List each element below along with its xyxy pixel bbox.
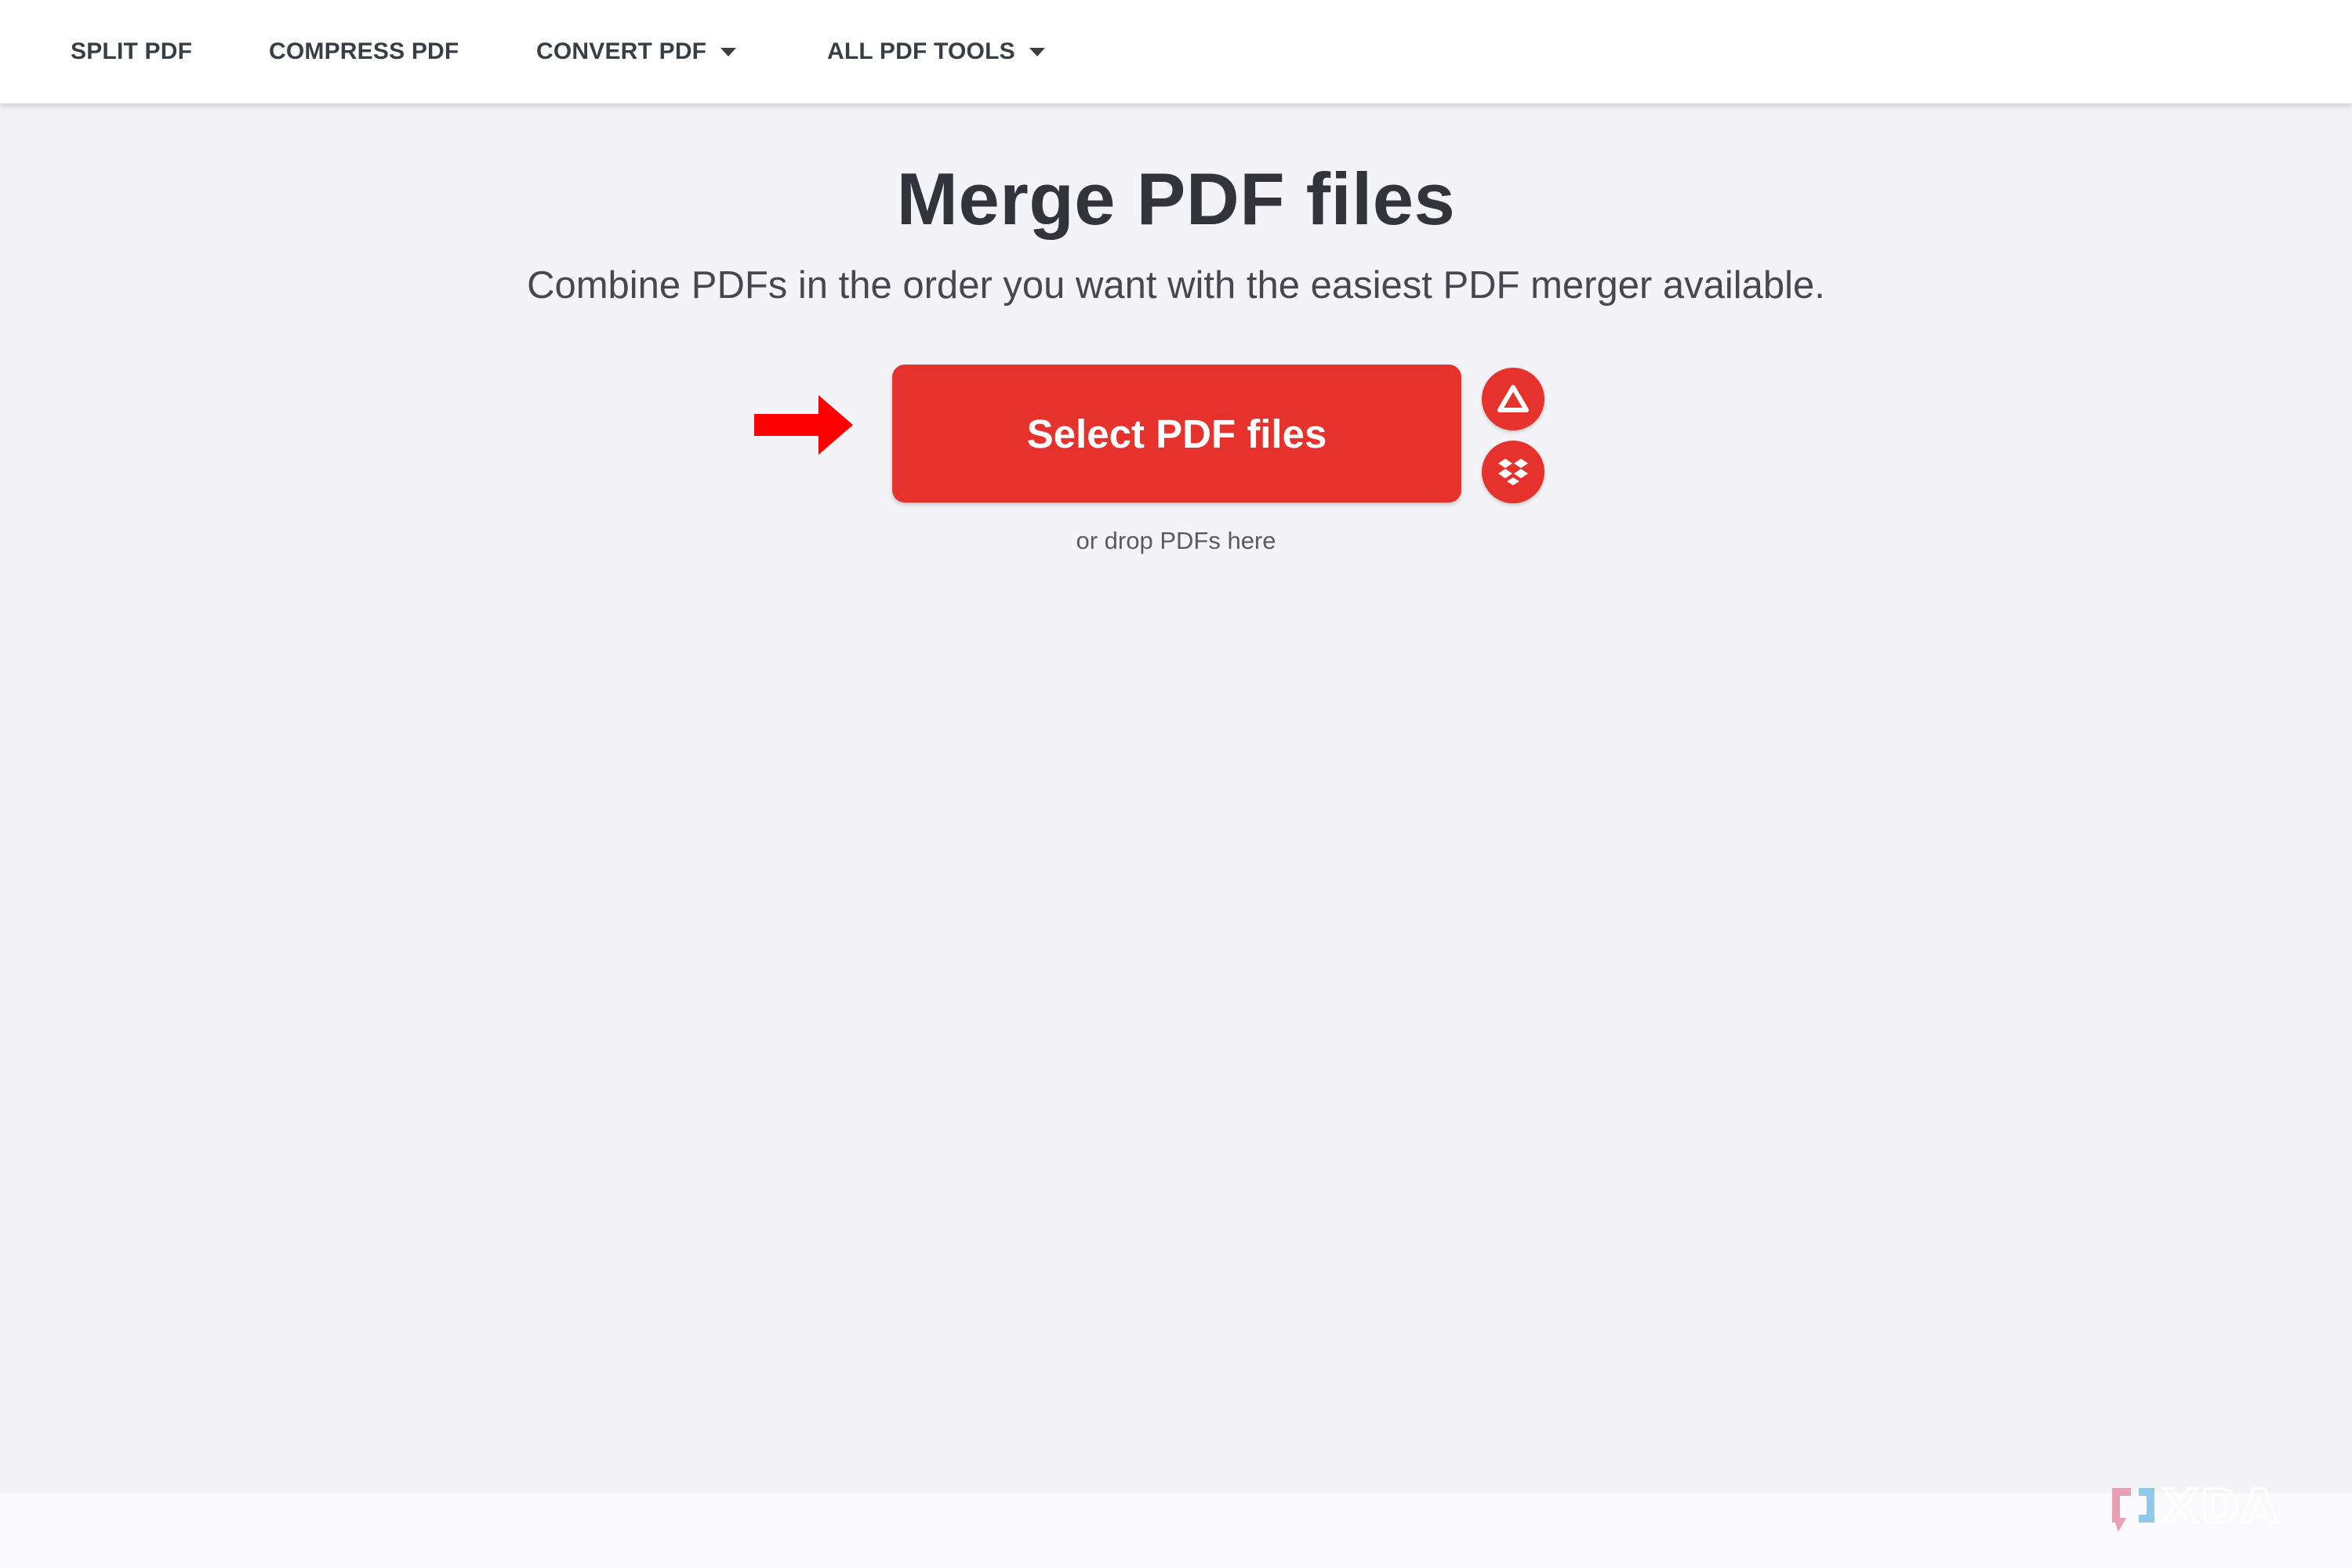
top-navbar: SPLIT PDF COMPRESS PDF CONVERT PDF ALL P… (0, 0, 2352, 103)
google-drive-button[interactable] (1482, 368, 1544, 430)
main-content (0, 103, 2352, 1493)
nav-compress-pdf-label: COMPRESS PDF (269, 38, 459, 64)
drop-hint: or drop PDFs here (1076, 527, 1276, 554)
nav-split-pdf[interactable]: SPLIT PDF (71, 0, 192, 103)
google-drive-icon (1497, 385, 1529, 412)
nav-split-pdf-label: SPLIT PDF (71, 38, 193, 64)
nav-compress-pdf[interactable]: COMPRESS PDF (269, 0, 459, 103)
select-pdf-files-label: Select PDF files (1026, 411, 1327, 456)
page-title: Merge PDF files (896, 158, 1456, 240)
page-subtitle: Combine PDFs in the order you want with … (527, 264, 1825, 307)
red-arrow-icon (754, 395, 853, 455)
nav-all-pdf-tools[interactable]: ALL PDF TOOLS (827, 0, 1045, 103)
nav-convert-pdf-label: CONVERT PDF (536, 38, 707, 64)
nav-all-pdf-tools-label: ALL PDF TOOLS (827, 38, 1015, 64)
nav-convert-pdf[interactable]: CONVERT PDF (536, 0, 737, 103)
caret-down-icon (720, 47, 737, 56)
select-pdf-files-button[interactable]: Select PDF files (892, 365, 1461, 503)
xda-logo: XDA (2112, 1479, 2279, 1536)
dropbox-button[interactable] (1482, 441, 1544, 503)
caret-down-icon (1029, 47, 1045, 56)
footer-strip (0, 1493, 2352, 1568)
dropbox-icon (1498, 459, 1528, 485)
watermark-text: XDA (2162, 1479, 2279, 1534)
